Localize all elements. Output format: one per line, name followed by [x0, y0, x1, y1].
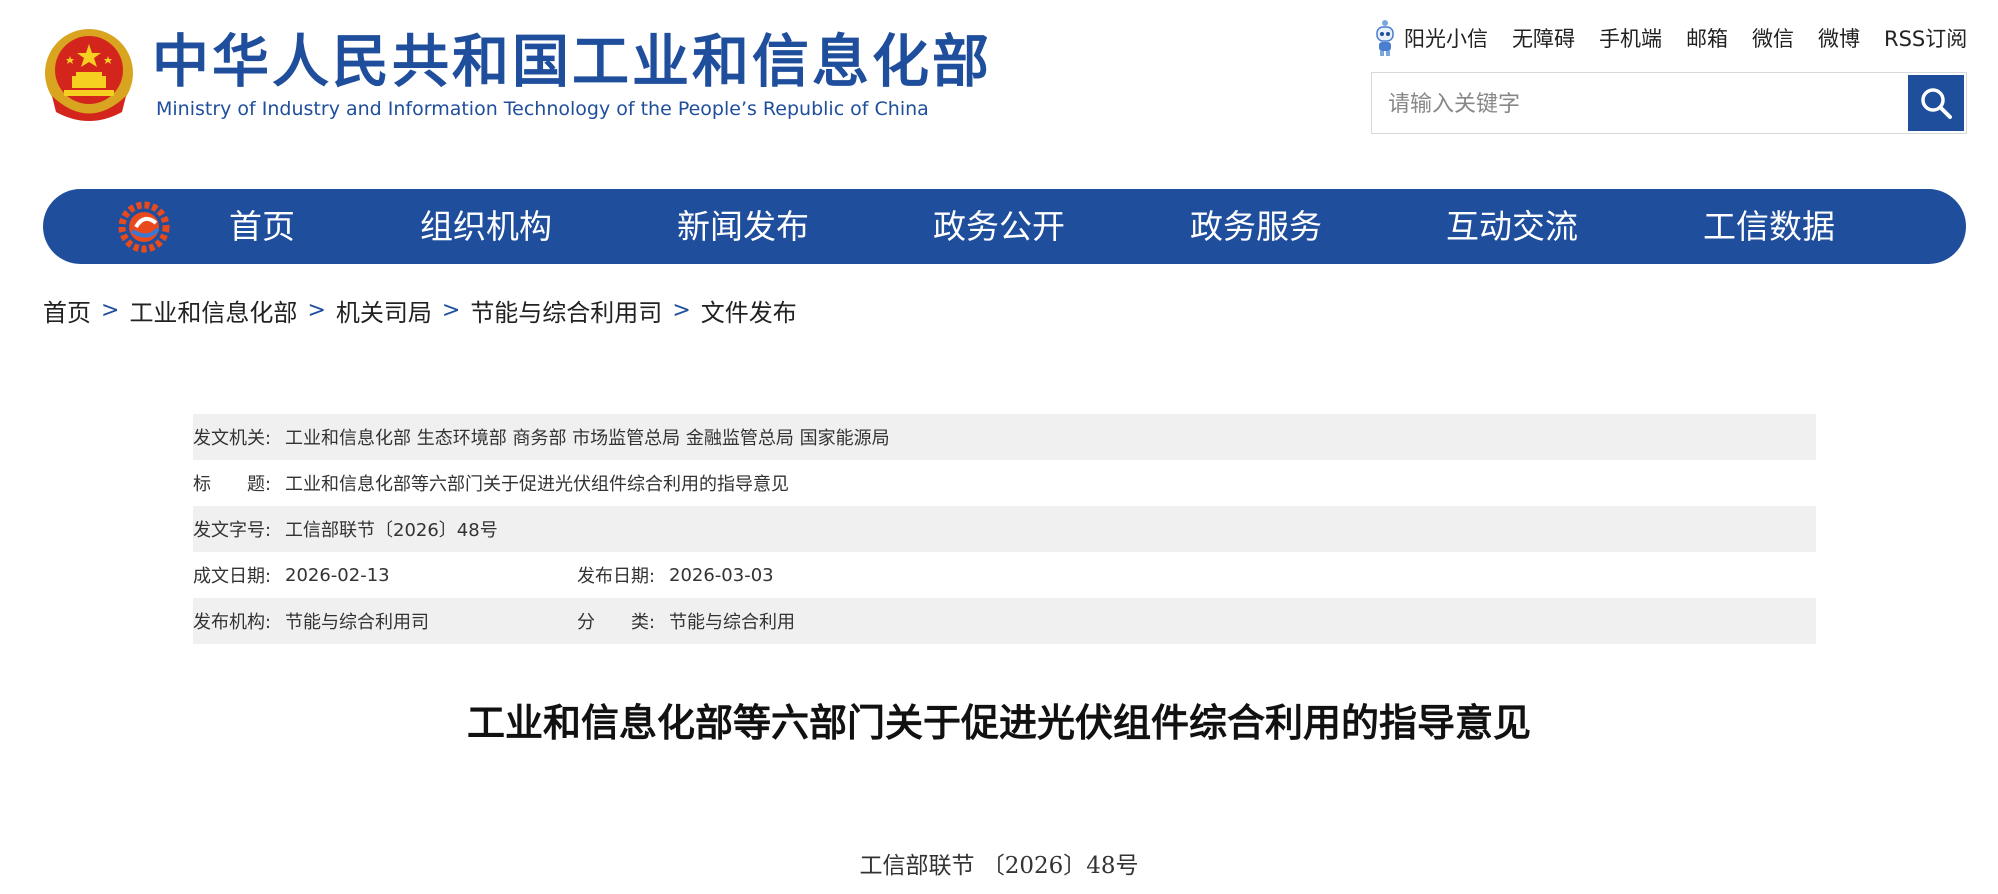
breadcrumb-item-ministry[interactable]: 工业和信息化部: [129, 293, 297, 328]
meta-row-dates: 成文日期: 2026-02-13 发布日期: 2026-03-03: [193, 552, 1816, 598]
toplink-sunshine[interactable]: 阳光小信: [1404, 23, 1488, 53]
meta-row-issuer: 发文机关: 工业和信息化部 生态环境部 商务部 市场监管总局 金融监管总局 国家…: [193, 414, 1816, 460]
main-nav: 首页 组织机构 新闻发布 政务公开 政务服务 互动交流 工信数据: [43, 189, 1966, 264]
nav-data[interactable]: 工信数据: [1703, 189, 1835, 264]
breadcrumb: 首页 > 工业和信息化部 > 机关司局 > 节能与综合利用司 > 文件发布: [43, 292, 797, 328]
nav-organization[interactable]: 组织机构: [420, 189, 552, 264]
meta-label: 发布机构:: [193, 612, 272, 633]
nav-home[interactable]: 首页: [229, 189, 295, 264]
meta-value: 工信部联节〔2026〕48号: [285, 520, 498, 541]
meta-label: 发布日期:: [577, 566, 656, 587]
meta-label: 标 题:: [193, 474, 272, 495]
breadcrumb-item-home[interactable]: 首页: [43, 293, 91, 328]
nav-news[interactable]: 新闻发布: [677, 189, 809, 264]
toplink-mobile[interactable]: 手机端: [1599, 23, 1662, 53]
meta-value: 2026-03-03: [669, 564, 774, 586]
meta-label: 成文日期:: [193, 566, 272, 587]
meta-written-date: 成文日期: 2026-02-13: [193, 562, 577, 588]
breadcrumb-item-departments[interactable]: 机关司局: [336, 293, 432, 328]
toplink-mail[interactable]: 邮箱: [1686, 23, 1728, 53]
meta-label: 分 类:: [577, 612, 656, 633]
breadcrumb-separator: >: [672, 297, 691, 323]
meta-value: 2026-02-13: [285, 564, 390, 586]
breadcrumb-separator: >: [307, 297, 326, 323]
meta-row-title: 标 题: 工业和信息化部等六部门关于促进光伏组件综合利用的指导意见: [193, 460, 1816, 506]
search-input[interactable]: [1372, 73, 1920, 135]
search-box: [1371, 72, 1967, 135]
miit-gear-logo-icon[interactable]: [118, 201, 170, 253]
meta-row-docno: 发文字号: 工信部联节〔2026〕48号: [193, 506, 1816, 552]
toplink-accessibility[interactable]: 无障碍: [1512, 23, 1575, 53]
meta-label: 发文字号:: [193, 520, 272, 541]
search-button[interactable]: [1908, 75, 1964, 131]
breadcrumb-separator: >: [441, 297, 461, 323]
nav-interaction[interactable]: 互动交流: [1446, 189, 1578, 264]
nav-government-affairs[interactable]: 政务公开: [933, 189, 1065, 264]
meta-value: 节能与综合利用: [669, 612, 795, 633]
document-meta-table: 发文机关: 工业和信息化部 生态环境部 商务部 市场监管总局 金融监管总局 国家…: [193, 414, 1816, 644]
toplink-rss[interactable]: RSS订阅: [1884, 23, 1967, 53]
site-name-cn: 中华人民共和国工业和信息化部: [152, 29, 992, 95]
search-icon: [1921, 88, 1952, 119]
toplink-wechat[interactable]: 微信: [1752, 23, 1794, 53]
article-doc-number: 工信部联节 〔2026〕48号: [859, 853, 1139, 879]
breadcrumb-item-documents[interactable]: 文件发布: [701, 293, 797, 328]
nav-services[interactable]: 政务服务: [1190, 189, 1322, 264]
meta-row-org: 发布机构: 节能与综合利用司 分 类: 节能与综合利用: [193, 598, 1816, 644]
meta-label: 发文机关:: [193, 428, 272, 449]
meta-category: 分 类: 节能与综合利用: [577, 608, 961, 634]
meta-value: 工业和信息化部等六部门关于促进光伏组件综合利用的指导意见: [285, 474, 789, 495]
national-emblem-icon: [42, 26, 136, 126]
top-links: 阳光小信 无障碍 手机端 邮箱 微信 微博 RSS订阅: [1372, 18, 1967, 58]
breadcrumb-separator: >: [101, 297, 120, 323]
meta-published-date: 发布日期: 2026-03-03: [577, 562, 961, 588]
article-title: 工业和信息化部等六部门关于促进光伏组件综合利用的指导意见: [466, 701, 1531, 745]
meta-value: 工业和信息化部 生态环境部 商务部 市场监管总局 金融监管总局 国家能源局: [285, 428, 890, 449]
breadcrumb-item-energy-dept[interactable]: 节能与综合利用司: [470, 293, 662, 328]
robot-assistant-icon[interactable]: [1372, 19, 1398, 57]
toplink-weibo[interactable]: 微博: [1818, 23, 1860, 53]
meta-org: 发布机构: 节能与综合利用司: [193, 608, 577, 634]
meta-value: 节能与综合利用司: [285, 612, 429, 633]
site-name-en: Ministry of Industry and Information Tec…: [156, 98, 929, 120]
